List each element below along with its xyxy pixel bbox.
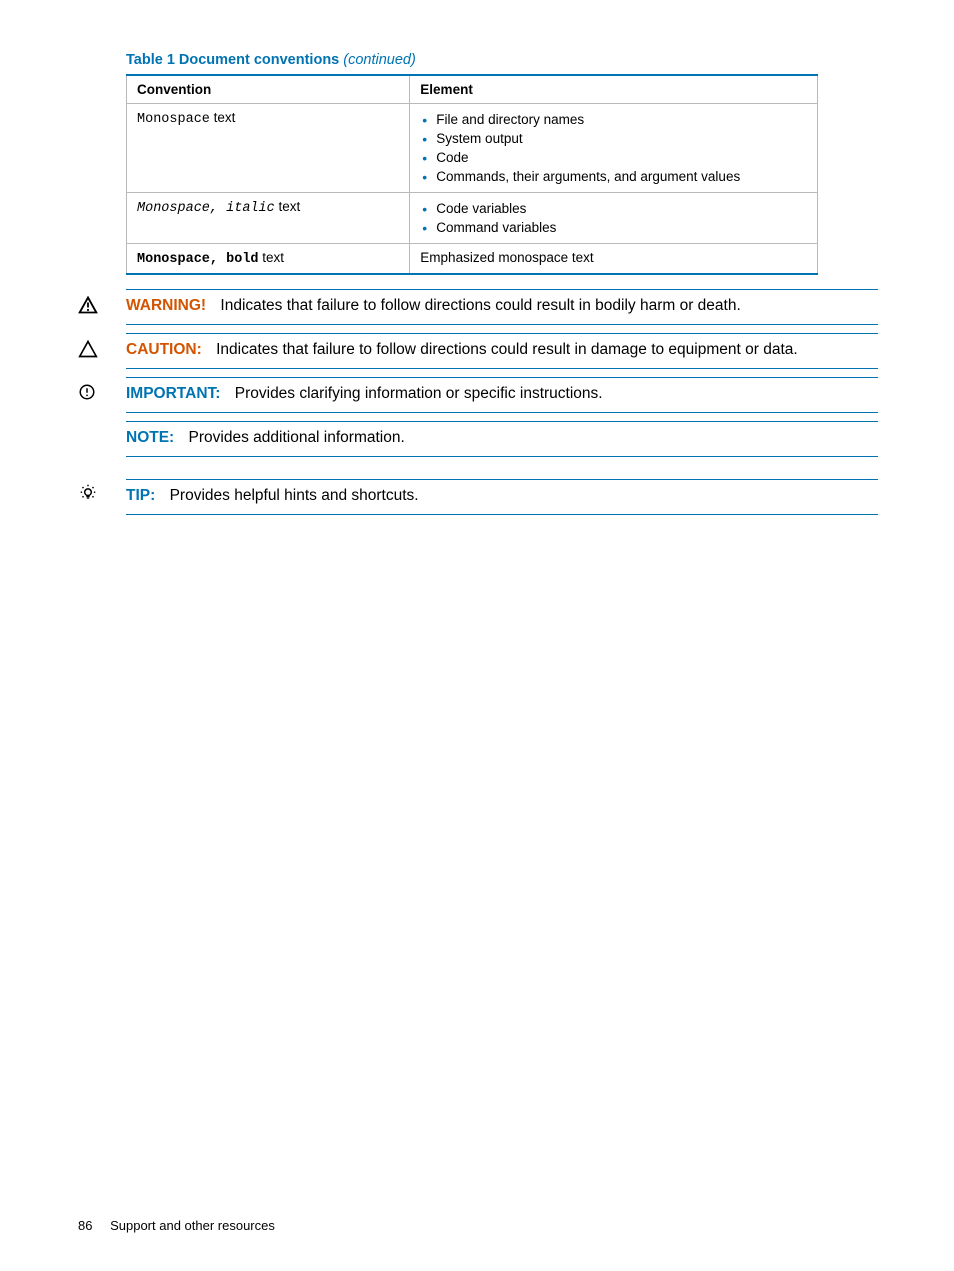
page-number: 86 — [78, 1218, 92, 1233]
warning-icon — [78, 295, 100, 317]
list-item: Code variables — [436, 199, 807, 218]
list-item: Command variables — [436, 218, 807, 237]
footer-section: Support and other resources — [110, 1218, 275, 1233]
important-icon — [78, 383, 100, 405]
caption-bold: Table 1 Document conventions — [126, 52, 339, 68]
table-header-row: Convention Element — [127, 75, 818, 104]
cell-convention: Monospace, italic text — [127, 193, 410, 244]
list-item: Commands, their arguments, and argument … — [436, 167, 807, 186]
mono-bold-text: Monospace, bold — [137, 252, 259, 267]
warning-label: WARNING! — [126, 297, 206, 314]
mono-text: Monospace — [137, 112, 210, 127]
caption-italic: (continued) — [343, 52, 416, 68]
tip-admonition: TIP: Provides helpful hints and shortcut… — [126, 479, 878, 515]
important-text: Provides clarifying information or speci… — [235, 385, 603, 402]
note-label: NOTE: — [126, 429, 174, 446]
plain-text: text — [210, 110, 236, 125]
cell-element: File and directory names System output C… — [410, 104, 818, 193]
table-row: Monospace text File and directory names … — [127, 104, 818, 193]
table-row: Monospace, bold text Emphasized monospac… — [127, 244, 818, 275]
plain-text: text — [259, 250, 285, 265]
note-admonition: NOTE: Provides additional information. — [126, 421, 878, 457]
page-footer: 86 Support and other resources — [78, 1218, 275, 1233]
table-row: Monospace, italic text Code variables Co… — [127, 193, 818, 244]
caution-text: Indicates that failure to follow directi… — [216, 341, 798, 358]
tip-text: Provides helpful hints and shortcuts. — [170, 487, 419, 504]
list-item: System output — [436, 129, 807, 148]
cell-element: Emphasized monospace text — [410, 244, 818, 275]
caution-icon — [78, 339, 100, 361]
important-admonition: IMPORTANT: Provides clarifying informati… — [126, 377, 878, 413]
warning-admonition: WARNING! Indicates that failure to follo… — [126, 289, 878, 325]
cell-convention: Monospace text — [127, 104, 410, 193]
conventions-table: Convention Element Monospace text File a… — [126, 74, 818, 275]
header-convention: Convention — [127, 75, 410, 104]
plain-text: text — [275, 199, 301, 214]
caution-admonition: CAUTION: Indicates that failure to follo… — [126, 333, 878, 369]
warning-text: Indicates that failure to follow directi… — [220, 297, 740, 314]
header-element: Element — [410, 75, 818, 104]
list-item: File and directory names — [436, 110, 807, 129]
note-text: Provides additional information. — [189, 429, 405, 446]
caution-label: CAUTION: — [126, 341, 202, 358]
important-label: IMPORTANT: — [126, 385, 220, 402]
cell-convention: Monospace, bold text — [127, 244, 410, 275]
cell-element: Code variables Command variables — [410, 193, 818, 244]
mono-italic-text: Monospace, italic — [137, 201, 275, 216]
tip-icon — [78, 483, 100, 505]
table-caption: Table 1 Document conventions (continued) — [126, 52, 878, 68]
tip-label: TIP: — [126, 487, 155, 504]
list-item: Code — [436, 148, 807, 167]
